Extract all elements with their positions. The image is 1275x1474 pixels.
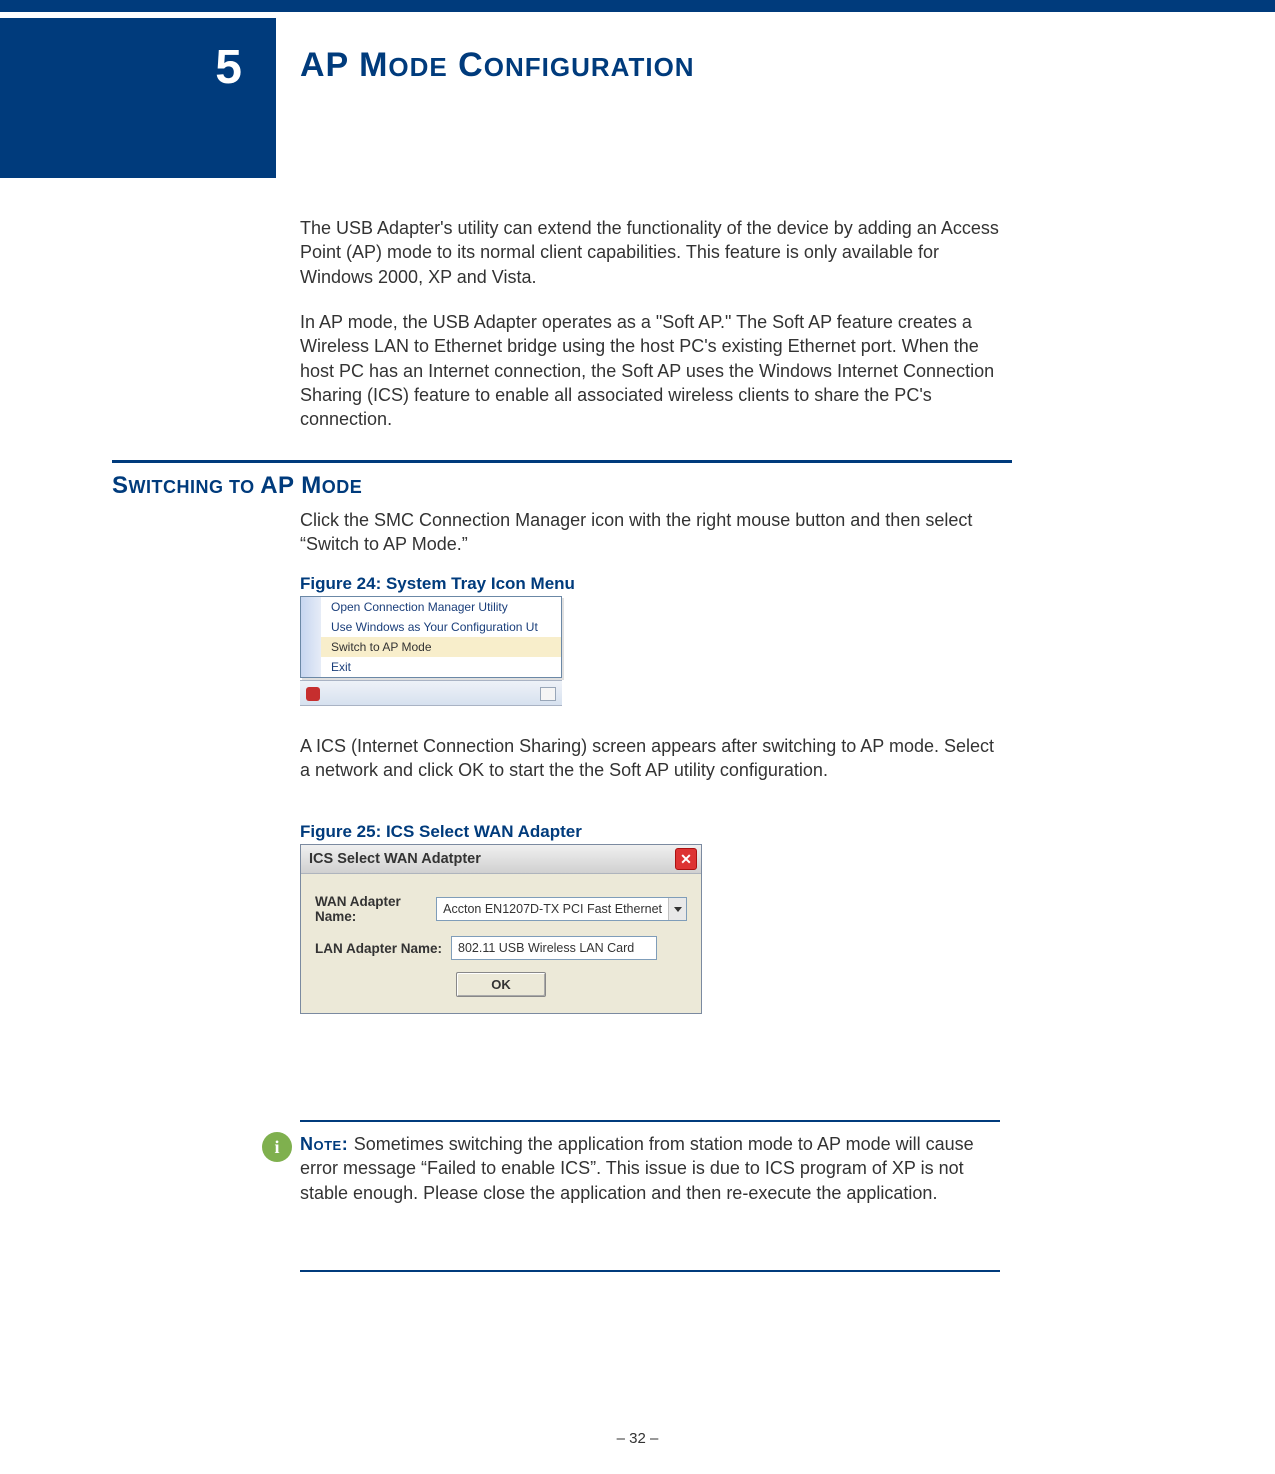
menu-item-switch-ap-mode[interactable]: Switch to AP Mode — [321, 637, 561, 657]
dialog-titlebar: ICS Select WAN Adatpter ✕ — [301, 845, 701, 874]
note-content: Sometimes switching the application from… — [300, 1134, 974, 1203]
note-text: Note: Sometimes switching the applicatio… — [300, 1132, 1000, 1205]
dialog-title-text: ICS Select WAN Adatpter — [309, 851, 481, 867]
info-icon: i — [262, 1132, 292, 1162]
intro-paragraph-2: In AP mode, the USB Adapter operates as … — [300, 310, 1000, 431]
ok-button[interactable]: OK — [456, 972, 546, 997]
chapter-title: AP MODE CONFIGURATION — [300, 46, 695, 85]
menu-item-exit[interactable]: Exit — [321, 657, 561, 677]
chapter-number: 5 — [215, 40, 242, 95]
instruction-paragraph-2: A ICS (Internet Connection Sharing) scre… — [300, 734, 1000, 783]
figure-24-caption: Figure 24: System Tray Icon Menu — [300, 574, 575, 594]
instruction-paragraph-1: Click the SMC Connection Manager icon wi… — [300, 508, 1000, 557]
dialog-body: WAN Adapter Name: Accton EN1207D-TX PCI … — [301, 874, 701, 1013]
menu-items: Open Connection Manager Utility Use Wind… — [321, 597, 561, 677]
tray-expand-icon[interactable] — [540, 687, 556, 701]
context-menu: Open Connection Manager Utility Use Wind… — [300, 596, 562, 678]
figure-24-system-tray-menu: Open Connection Manager Utility Use Wind… — [300, 596, 562, 706]
close-icon[interactable]: ✕ — [675, 848, 697, 870]
note-rule-bottom — [300, 1270, 1000, 1272]
section-divider — [112, 460, 1012, 463]
chapter-number-block: 5 — [0, 18, 276, 178]
section-heading-switching: SWITCHING TO AP MODE — [112, 472, 362, 500]
figure-25-ics-dialog: ICS Select WAN Adatpter ✕ WAN Adapter Na… — [300, 844, 702, 1014]
menu-item-use-windows-config[interactable]: Use Windows as Your Configuration Ut — [321, 617, 561, 637]
menu-gutter — [301, 597, 321, 677]
note-rule-top — [300, 1120, 1000, 1122]
wan-adapter-value: Accton EN1207D-TX PCI Fast Ethernet — [437, 902, 668, 916]
figure-25-caption: Figure 25: ICS Select WAN Adapter — [300, 822, 582, 842]
lan-adapter-label: LAN Adapter Name: — [315, 941, 451, 956]
system-tray — [300, 680, 562, 706]
menu-item-open-manager[interactable]: Open Connection Manager Utility — [321, 597, 561, 617]
intro-paragraph-1: The USB Adapter's utility can extend the… — [300, 216, 1000, 289]
note-label: Note: — [300, 1134, 354, 1154]
tray-app-icon[interactable] — [306, 687, 320, 701]
chevron-down-icon[interactable] — [668, 898, 686, 920]
lan-adapter-field: 802.11 USB Wireless LAN Card — [451, 936, 657, 960]
page-number: – 32 – — [0, 1430, 1275, 1447]
top-accent-bar — [0, 0, 1275, 12]
wan-adapter-select[interactable]: Accton EN1207D-TX PCI Fast Ethernet — [436, 897, 687, 921]
wan-adapter-label: WAN Adapter Name: — [315, 894, 436, 924]
